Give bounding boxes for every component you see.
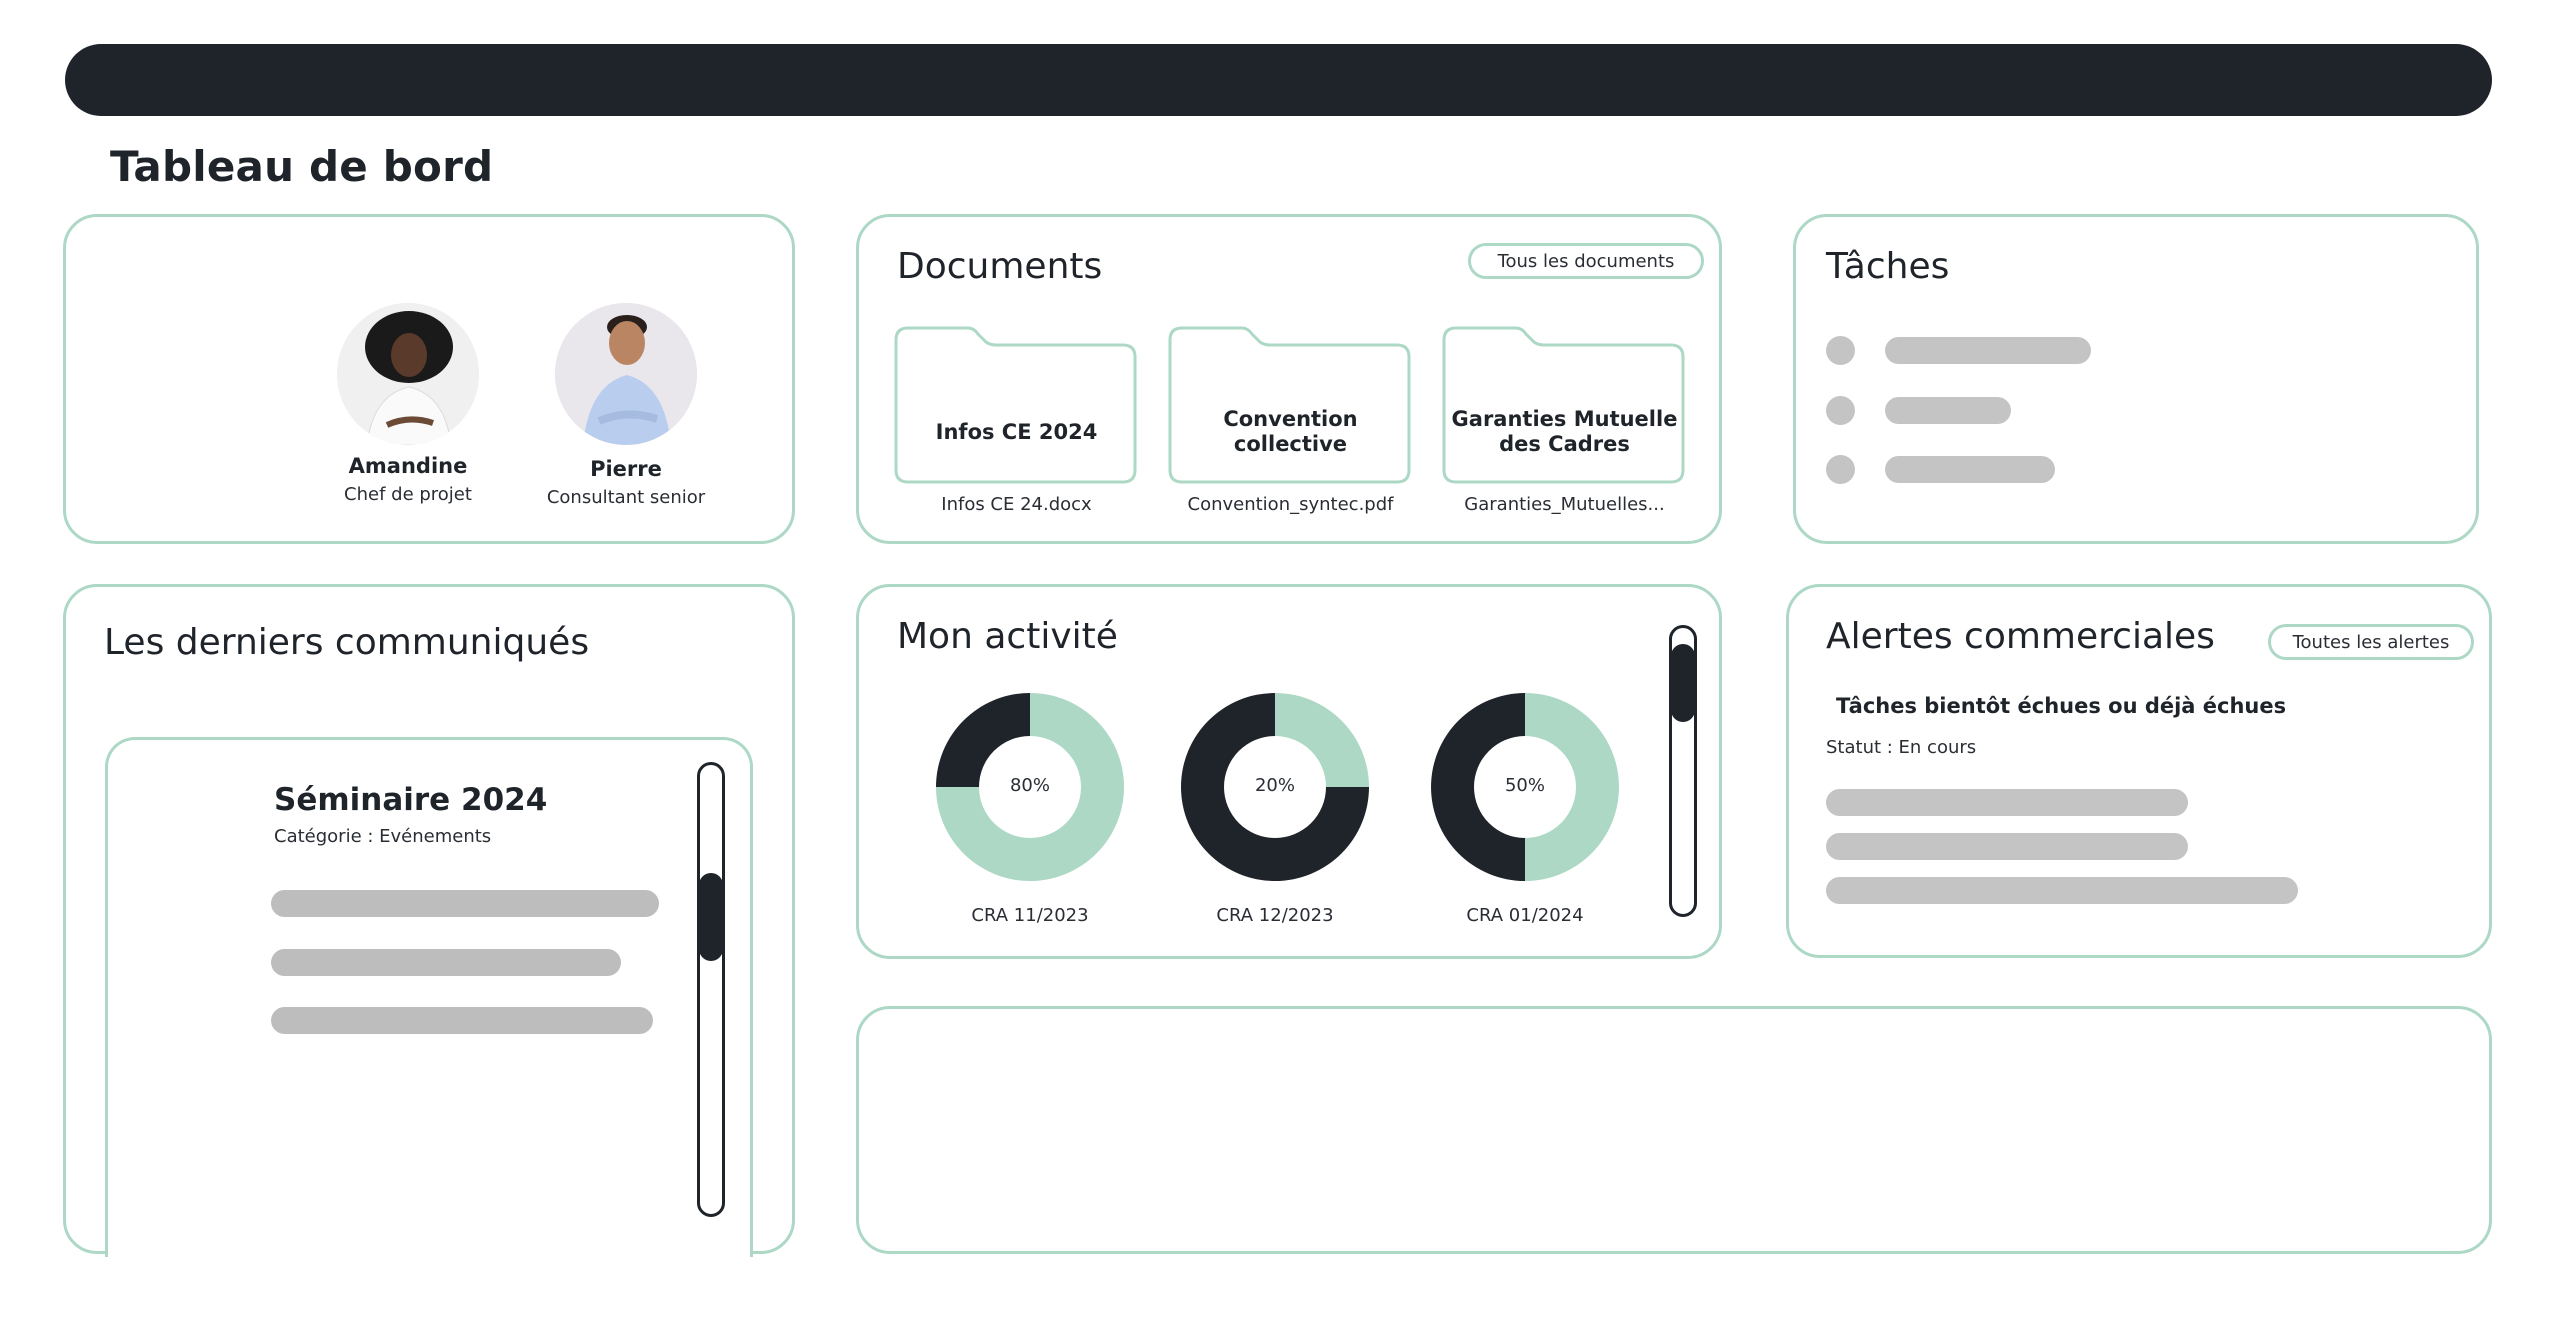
- scrollbar-thumb[interactable]: [1671, 644, 1695, 722]
- bullet-icon: [1826, 455, 1855, 484]
- member-name: Pierre: [590, 457, 662, 481]
- folder-garanties[interactable]: Garanties Mutuelle des Cadres Garanties_…: [1442, 326, 1687, 515]
- text-placeholder: [271, 890, 659, 917]
- folder-infos-ce[interactable]: Infos CE 2024 Infos CE 24.docx: [894, 326, 1139, 515]
- tasks-title: Tâches: [1826, 246, 1950, 287]
- text-placeholder: [1826, 833, 2188, 860]
- news-item-title[interactable]: Séminaire 2024: [274, 782, 547, 818]
- member-name: Amandine: [348, 454, 468, 478]
- bullet-icon: [1826, 336, 1855, 365]
- task-item[interactable]: [1826, 455, 2226, 484]
- donut-chart[interactable]: 80% CRA 11/2023: [930, 687, 1130, 927]
- task-item[interactable]: [1826, 336, 2226, 365]
- person-avatar-icon: [555, 303, 697, 445]
- all-documents-button[interactable]: Tous les documents: [1468, 243, 1704, 279]
- activity-title: Mon activité: [897, 616, 1118, 657]
- alerts-subtitle: Tâches bientôt échues ou déjà échues: [1836, 694, 2287, 718]
- task-placeholder: [1885, 337, 2091, 364]
- member-role: Consultant senior: [546, 487, 706, 508]
- file-name[interactable]: Infos CE 24.docx: [874, 494, 1159, 515]
- task-placeholder: [1885, 456, 2055, 483]
- documents-title: Documents: [897, 246, 1103, 287]
- all-alerts-button[interactable]: Toutes les alertes: [2268, 624, 2474, 660]
- donut-slice-filled[interactable]: [1275, 693, 1369, 787]
- member-role: Chef de projet: [344, 484, 472, 505]
- person-avatar-icon: [337, 303, 479, 445]
- news-item-category: Catégorie : Evénements: [274, 826, 492, 847]
- donut-center-value: 50%: [1504, 775, 1545, 796]
- task-item[interactable]: [1826, 396, 2226, 425]
- text-placeholder: [271, 949, 621, 976]
- donut-center-value: 20%: [1254, 775, 1295, 796]
- avatar: [555, 303, 697, 445]
- news-item-card[interactable]: Séminaire 2024 Catégorie : Evénements: [105, 737, 753, 1257]
- donut-label: CRA 01/2024: [1466, 905, 1584, 926]
- text-placeholder: [1826, 789, 2188, 816]
- avatar: [337, 303, 479, 445]
- team-member-pierre[interactable]: Pierre Consultant senior: [516, 303, 736, 508]
- donut-label: CRA 11/2023: [971, 905, 1089, 926]
- task-placeholder: [1885, 397, 2011, 424]
- team-card: Amandine Chef de projet Pierre Consultan…: [63, 214, 795, 544]
- news-scrollbar[interactable]: [697, 762, 725, 1217]
- donut-chart[interactable]: 50% CRA 01/2024: [1425, 687, 1625, 927]
- file-name[interactable]: Garanties_Mutuelles...: [1422, 494, 1707, 515]
- empty-widget-card: [856, 1006, 2492, 1254]
- folder-convention[interactable]: Convention collective Convention_syntec.…: [1168, 326, 1413, 515]
- scrollbar-thumb[interactable]: [699, 873, 723, 961]
- team-member-amandine[interactable]: Amandine Chef de projet: [298, 303, 518, 505]
- news-title: Les derniers communiqués: [104, 622, 590, 663]
- bullet-icon: [1826, 396, 1855, 425]
- donut-center-value: 80%: [1009, 775, 1050, 796]
- alerts-title: Alertes commerciales: [1826, 616, 2215, 657]
- folder-name: Infos CE 2024: [935, 419, 1098, 444]
- folder-name: Garanties Mutuelle des Cadres: [1451, 407, 1678, 456]
- donut-label: CRA 12/2023: [1216, 905, 1334, 926]
- text-placeholder: [271, 1007, 653, 1034]
- donut-slice-remaining[interactable]: [936, 693, 1030, 787]
- file-name[interactable]: Convention_syntec.pdf: [1148, 494, 1433, 515]
- top-navigation-bar: [65, 44, 2492, 116]
- activity-scrollbar[interactable]: [1669, 625, 1697, 917]
- page-title: Tableau de bord: [110, 142, 494, 191]
- alerts-status: Statut : En cours: [1826, 737, 1977, 758]
- text-placeholder: [1826, 877, 2298, 904]
- donut-chart[interactable]: 20% CRA 12/2023: [1175, 687, 1375, 927]
- folder-name: Convention collective: [1223, 407, 1358, 456]
